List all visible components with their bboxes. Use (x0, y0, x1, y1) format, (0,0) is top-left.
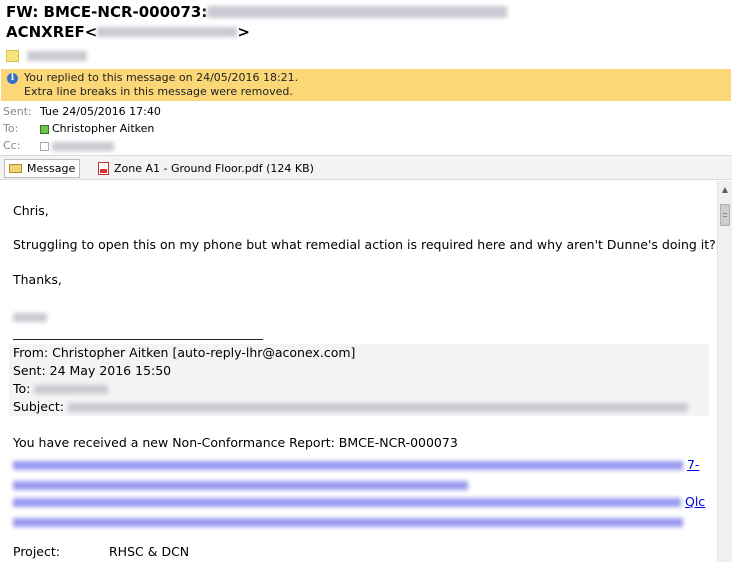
redacted-link-line-4[interactable] (13, 514, 683, 529)
subject-line2-end: > (237, 23, 250, 41)
redacted-fwd-subject (67, 403, 688, 412)
signature (13, 309, 47, 324)
redacted-subject (207, 6, 508, 18)
redacted-link-line-3[interactable]: Qlc (13, 494, 705, 509)
redacted-signature (13, 313, 47, 322)
body-greeting: Chris, (13, 203, 49, 218)
redacted-fwd-to (34, 385, 109, 394)
redacted-reference (97, 27, 238, 37)
presence-online-icon (40, 124, 49, 134)
separator-line: ________________________________________ (13, 325, 263, 340)
redacted-sender-name (27, 51, 87, 61)
redacted-cc[interactable] (52, 141, 114, 151)
redacted-link-segment (13, 518, 683, 527)
info-bar[interactable]: i You replied to this message on 24/05/2… (1, 69, 731, 101)
message-body[interactable]: Chris, Struggling to open this on my pho… (0, 181, 717, 562)
redacted-link-segment (13, 461, 683, 470)
envelope-icon (9, 164, 22, 173)
scroll-up-arrow-icon[interactable]: ▲ (718, 181, 732, 198)
project-label: Project: (13, 544, 60, 559)
subject-prefix: FW: BMCE-NCR-000073: (6, 3, 208, 21)
cc-label: Cc: (3, 139, 21, 152)
project-value: RHSC & DCN (109, 544, 190, 559)
sent-row: Sent: Tue 24/05/2016 17:40 (3, 105, 161, 119)
ncr-notice: You have received a new Non-Conformance … (13, 435, 458, 450)
message-tab-label: Message (27, 162, 76, 175)
attachment-bar: Message Zone A1 - Ground Floor.pdf (124 … (0, 155, 732, 180)
fwd-to-label: To: (13, 381, 35, 396)
link-fragment-1[interactable]: 7- (687, 457, 699, 472)
fwd-subject-label: Subject: (13, 399, 68, 414)
to-row: To: Christopher Aitken (3, 122, 154, 136)
redacted-link-segment (13, 481, 468, 490)
message-subject: FW: BMCE-NCR-000073: ACNXREF< > (6, 2, 726, 42)
body-thanks: Thanks, (13, 272, 62, 287)
info-linebreaks: Extra line breaks in this message were r… (24, 85, 293, 98)
presence-offline-icon (40, 141, 49, 151)
scrollbar-thumb[interactable] (720, 204, 730, 226)
sent-label: Sent: (3, 105, 32, 118)
sent-value: Tue 24/05/2016 17:40 (40, 105, 161, 118)
attachment-file[interactable]: Zone A1 - Ground Floor.pdf (124 KB) (94, 159, 318, 178)
contact-card-icon (6, 50, 19, 62)
fwd-sent: Sent: 24 May 2016 15:50 (13, 363, 172, 378)
info-replied: You replied to this message on 24/05/201… (24, 71, 299, 84)
message-tab[interactable]: Message (4, 159, 81, 178)
fwd-to: To: (13, 381, 109, 396)
link-fragment-2[interactable]: Qlc (685, 494, 705, 509)
redacted-link-segment (13, 498, 681, 507)
to-label: To: (3, 122, 19, 135)
body-text: Struggling to open this on my phone but … (13, 237, 716, 252)
cc-row: Cc: (3, 139, 114, 153)
subject-line2: ACNXREF< (6, 23, 98, 41)
pdf-icon (98, 162, 109, 175)
to-recipient[interactable]: Christopher Aitken (52, 122, 154, 136)
fwd-subject: Subject: (13, 399, 688, 414)
vertical-scrollbar[interactable]: ▲ (717, 181, 732, 562)
sender[interactable] (6, 47, 87, 65)
fwd-from: From: Christopher Aitken [auto-reply-lhr… (13, 345, 356, 360)
redacted-link-line-1[interactable]: 7- (13, 457, 699, 472)
attachment-file-name: Zone A1 - Ground Floor.pdf (124 KB) (114, 162, 314, 175)
info-icon: i (7, 73, 18, 84)
redacted-link-line-2[interactable] (13, 477, 468, 492)
